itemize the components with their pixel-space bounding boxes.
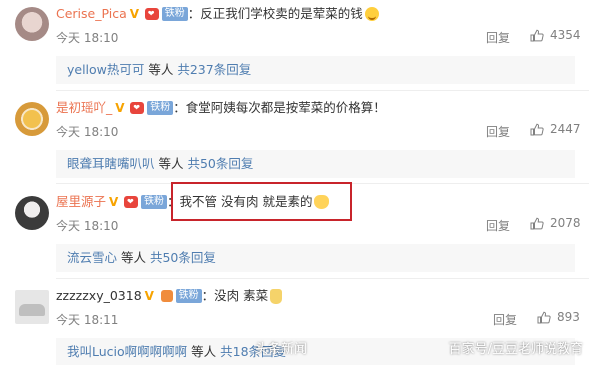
- sub-reply-middle: 等人: [144, 62, 178, 77]
- member-heart-icon: [124, 196, 139, 208]
- like-count: 4354: [550, 28, 581, 42]
- avatar[interactable]: [15, 290, 49, 324]
- sub-reply-user[interactable]: 我叫Lucio啊啊啊啊啊: [67, 344, 187, 359]
- like-count: 893: [557, 310, 580, 324]
- username[interactable]: Cerise_Pica: [56, 5, 127, 23]
- sub-reply-count[interactable]: 共50条回复: [150, 250, 216, 265]
- sub-reply-middle: 等人: [117, 250, 150, 265]
- verified-icon: V: [129, 6, 140, 21]
- fan-badge: 铁粉: [161, 7, 188, 21]
- verified-icon: V: [144, 288, 154, 303]
- like-count: 2447: [550, 122, 581, 136]
- sub-reply-count[interactable]: 共237条回复: [177, 62, 251, 77]
- username[interactable]: 屋里源子: [56, 193, 106, 211]
- reply-button[interactable]: 回复: [493, 311, 517, 328]
- verified-icon: V: [115, 100, 125, 115]
- fan-badge: 铁粉: [175, 289, 202, 303]
- sub-reply-user[interactable]: yellow热可可: [67, 62, 144, 77]
- like-count: 2078: [550, 216, 581, 230]
- username[interactable]: 是初瑶吖_: [56, 99, 112, 117]
- member-heart-icon: [144, 8, 159, 20]
- highlight-box: [171, 182, 352, 221]
- sub-replies[interactable]: 眼聋耳瞎嘴叭叭 等人 共50条回复: [56, 150, 575, 178]
- comment-text: ：反正我们学校卖的是荤菜的钱: [187, 6, 363, 21]
- reply-button[interactable]: 回复: [486, 217, 510, 234]
- member-heart-icon: [130, 102, 145, 114]
- thumbs-up-icon: [537, 311, 551, 323]
- sub-reply-user[interactable]: 眼聋耳瞎嘴叭叭: [67, 156, 155, 171]
- timestamp: 今天 18:11: [56, 313, 119, 327]
- timestamp: 今天 18:10: [56, 219, 119, 233]
- sub-reply-count[interactable]: 共50条回复: [187, 156, 253, 171]
- sub-reply-middle: 等人: [187, 344, 221, 359]
- thumbs-up-icon: [530, 29, 544, 41]
- sub-replies[interactable]: yellow热可可 等人 共237条回复: [56, 56, 575, 84]
- fan-badge: 铁粉: [147, 101, 174, 115]
- emoji-icon: [364, 7, 379, 21]
- sub-reply-user[interactable]: 流云雪心: [67, 250, 117, 265]
- reply-button[interactable]: 回复: [486, 123, 510, 140]
- verified-icon: V: [109, 194, 119, 209]
- comment-text: ：没肉 素菜: [201, 288, 269, 303]
- avatar[interactable]: [15, 7, 49, 41]
- avatar[interactable]: [15, 196, 49, 230]
- thumbs-up-icon: [530, 217, 544, 229]
- thumbs-up-icon: [530, 123, 544, 135]
- like-button[interactable]: 2447: [530, 122, 581, 136]
- comment-text: ：食堂阿姨每次都是按荤菜的价格算！: [173, 100, 386, 115]
- sub-reply-middle: 等人: [154, 156, 188, 171]
- divider: [56, 278, 589, 279]
- like-button[interactable]: 4354: [530, 28, 581, 42]
- like-button[interactable]: 2078: [530, 216, 581, 230]
- username[interactable]: zzzzzxy_0318: [56, 287, 142, 305]
- avatar[interactable]: [15, 102, 49, 136]
- member-icon: [160, 290, 173, 302]
- like-button[interactable]: 893: [537, 310, 580, 324]
- watermark-left: 头条新闻: [255, 342, 308, 357]
- sub-replies[interactable]: 流云雪心 等人 共50条回复: [56, 244, 575, 272]
- jar-emoji-icon: [270, 288, 283, 304]
- timestamp: 今天 18:10: [56, 125, 119, 139]
- watermark-right: 百家号/豆豆老师说教育: [448, 342, 583, 357]
- timestamp: 今天 18:10: [56, 31, 119, 45]
- reply-button[interactable]: 回复: [486, 29, 510, 46]
- fan-badge: 铁粉: [141, 195, 168, 209]
- divider: [56, 90, 589, 91]
